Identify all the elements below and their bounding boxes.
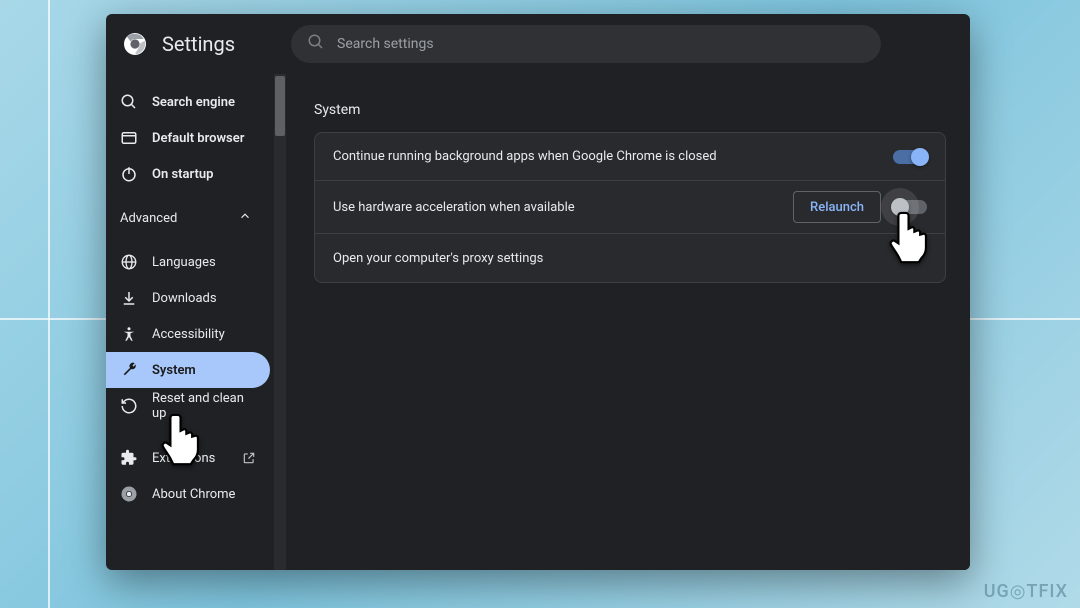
chrome-settings-window: Settings Search engine Default browser O… bbox=[106, 14, 970, 570]
chrome-logo-icon bbox=[124, 33, 146, 55]
sidebar-item-label: Languages bbox=[152, 255, 216, 270]
relaunch-button[interactable]: Relaunch bbox=[793, 191, 881, 223]
sidebar-item-label: Downloads bbox=[152, 291, 217, 306]
row-background-apps: Continue running background apps when Go… bbox=[315, 133, 945, 181]
search-input[interactable] bbox=[337, 36, 865, 52]
row-label: Open your computer's proxy settings bbox=[333, 251, 927, 266]
toggle-hardware-acceleration[interactable] bbox=[893, 200, 927, 214]
system-settings-card: Continue running background apps when Go… bbox=[314, 132, 946, 283]
sidebar-item-on-startup[interactable]: On startup bbox=[106, 156, 270, 192]
sidebar-item-label: On startup bbox=[152, 167, 213, 182]
sidebar-item-label: Extensions bbox=[152, 451, 215, 466]
sidebar-scrollbar[interactable] bbox=[274, 74, 286, 570]
main-content: System Continue running background apps … bbox=[286, 74, 970, 570]
sidebar-section-label: Advanced bbox=[120, 211, 177, 226]
search-bar[interactable] bbox=[291, 25, 881, 63]
person-icon bbox=[120, 325, 138, 343]
wrench-icon bbox=[120, 361, 138, 379]
sidebar-section-advanced[interactable]: Advanced bbox=[106, 200, 270, 236]
sidebar-item-languages[interactable]: Languages bbox=[106, 244, 270, 280]
sidebar-item-label: Search engine bbox=[152, 95, 235, 110]
sidebar-item-accessibility[interactable]: Accessibility bbox=[106, 316, 270, 352]
sidebar-item-extensions[interactable]: Extensions bbox=[106, 440, 270, 476]
download-icon bbox=[120, 289, 138, 307]
header: Settings bbox=[106, 14, 970, 74]
power-icon bbox=[120, 165, 138, 183]
sidebar-item-search-engine[interactable]: Search engine bbox=[106, 84, 270, 120]
watermark: UG◎TFIX bbox=[984, 581, 1068, 602]
toggle-background-apps[interactable] bbox=[893, 150, 927, 164]
browser-icon bbox=[120, 129, 138, 147]
sidebar: Search engine Default browser On startup… bbox=[106, 74, 286, 570]
sidebar-item-label: Default browser bbox=[152, 131, 244, 146]
section-title: System bbox=[314, 102, 946, 118]
chevron-up-icon bbox=[238, 209, 252, 227]
globe-icon bbox=[120, 253, 138, 271]
scroll-thumb[interactable] bbox=[275, 76, 285, 136]
row-proxy-settings[interactable]: Open your computer's proxy settings bbox=[315, 234, 945, 282]
row-label: Continue running background apps when Go… bbox=[333, 149, 881, 164]
sidebar-item-default-browser[interactable]: Default browser bbox=[106, 120, 270, 156]
history-icon bbox=[120, 397, 138, 415]
sidebar-item-label: System bbox=[152, 363, 196, 378]
sidebar-item-label: Reset and clean up bbox=[152, 391, 256, 421]
external-link-icon bbox=[242, 451, 256, 465]
page-title: Settings bbox=[162, 32, 235, 56]
sidebar-item-label: About Chrome bbox=[152, 487, 235, 502]
row-label: Use hardware acceleration when available bbox=[333, 200, 781, 215]
sidebar-item-downloads[interactable]: Downloads bbox=[106, 280, 270, 316]
chrome-icon bbox=[120, 485, 138, 503]
sidebar-item-about-chrome[interactable]: About Chrome bbox=[106, 476, 270, 512]
row-hardware-acceleration: Use hardware acceleration when available… bbox=[315, 181, 945, 234]
puzzle-icon bbox=[120, 449, 138, 467]
sidebar-item-system[interactable]: System bbox=[106, 352, 270, 388]
search-icon bbox=[307, 33, 325, 55]
sidebar-item-reset[interactable]: Reset and clean up bbox=[106, 388, 270, 424]
search-icon bbox=[120, 93, 138, 111]
sidebar-item-label: Accessibility bbox=[152, 327, 225, 342]
